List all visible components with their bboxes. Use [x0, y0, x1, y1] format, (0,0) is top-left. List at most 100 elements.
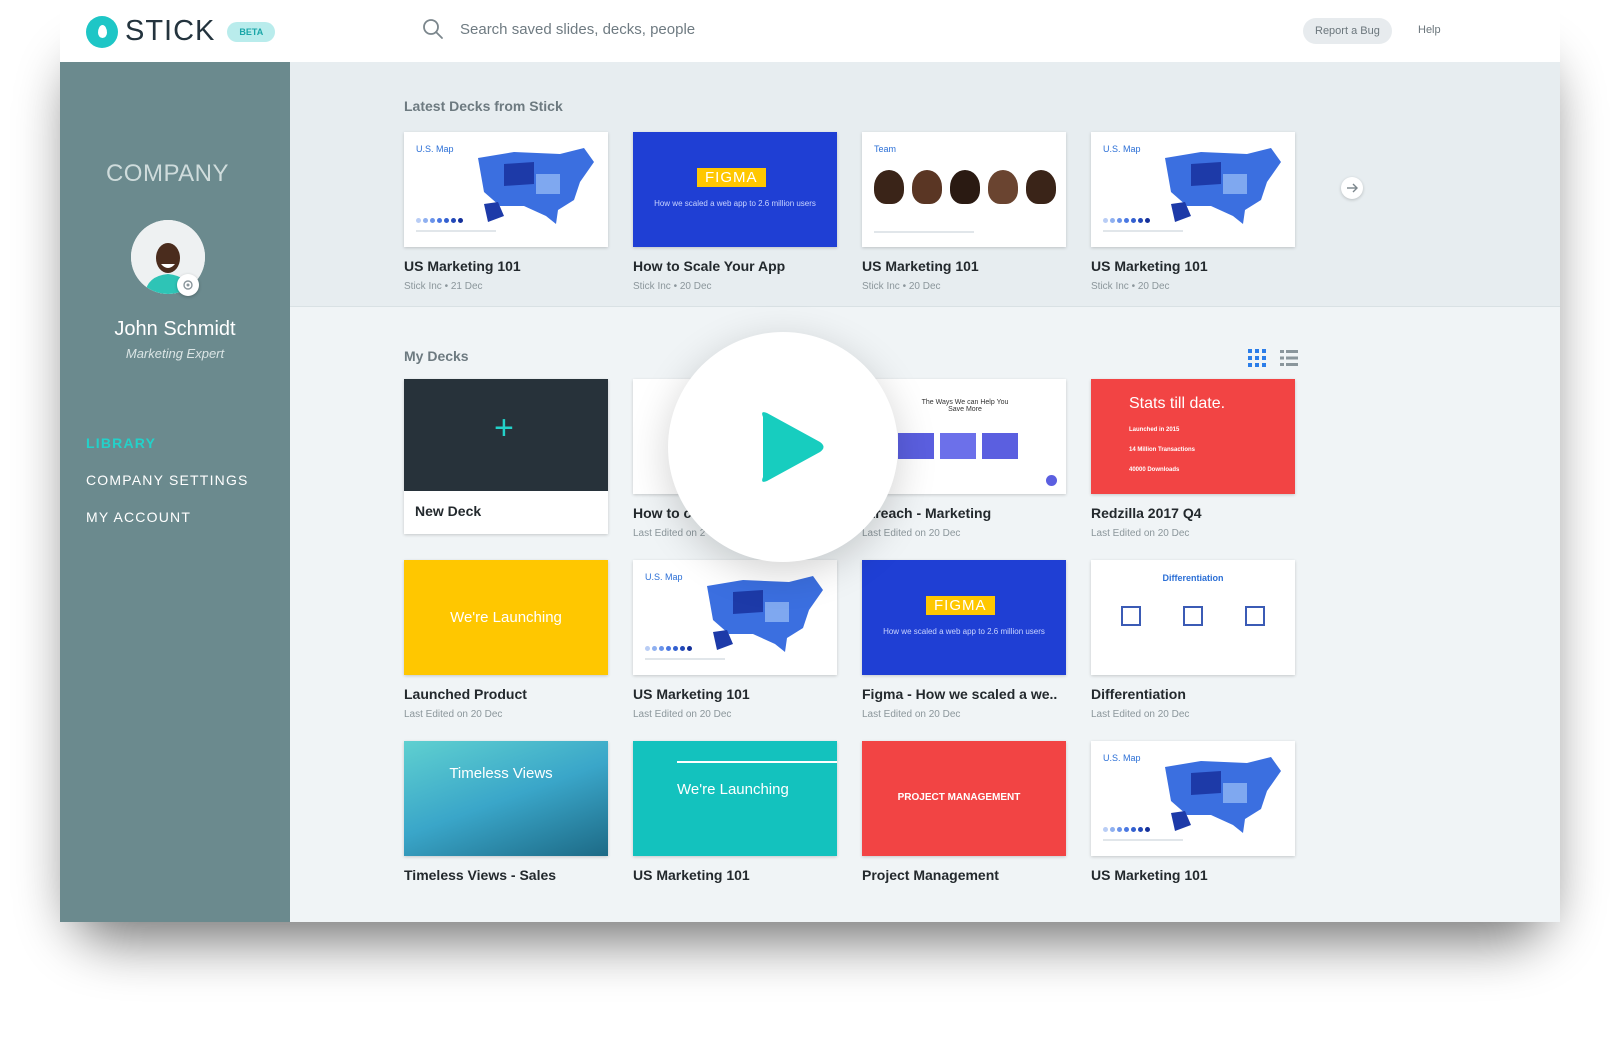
thumb-line: Launched in 2015 [1129, 427, 1180, 433]
deck-title: Timeless Views - Sales [404, 867, 557, 883]
sidebar-item-library[interactable]: LIBRARY [86, 435, 249, 451]
layers-icon [1245, 606, 1265, 626]
logo[interactable]: STICK BETA [86, 15, 276, 48]
deck-thumbnail: Team [862, 132, 1066, 247]
user-role: Marketing Expert [125, 346, 225, 361]
deck-thumbnail: U.S. Map [1091, 132, 1295, 247]
thumb-label: PROJECT MANAGEMENT [897, 792, 1021, 803]
thumb-label: U.S. Map [1103, 753, 1141, 763]
user-name: John Schmidt [114, 318, 236, 340]
deck-thumbnail: Stats till date. Launched in 2015 14 Mil… [1091, 379, 1295, 494]
deck-thumbnail: Differentiation [1091, 560, 1295, 675]
us-map-icon [1165, 757, 1281, 833]
deck-thumbnail: U.S. Map [1091, 741, 1295, 856]
beta-badge: BETA [227, 21, 276, 42]
thumb-caption: How we scaled a web app to 2.6 million u… [883, 627, 1045, 636]
thumb-label: Team [874, 144, 897, 154]
deck-meta: Last Edited on 20 Dec [1091, 709, 1190, 720]
list-view-icon[interactable] [1280, 349, 1298, 367]
grid-view-icon[interactable] [1248, 349, 1266, 367]
deck-title: US Marketing 101 [633, 867, 750, 883]
sidebar: COMPANY John Schmidt Marketing Expert LI… [60, 62, 290, 922]
thumb-line: 14 Million Transactions [1129, 447, 1196, 453]
latest-decks-title: Latest Decks from Stick [404, 98, 563, 114]
thumb-label: We're Launching [450, 609, 562, 626]
next-arrow-button[interactable] [1341, 177, 1363, 199]
us-map-icon [1165, 148, 1281, 224]
search-input[interactable] [460, 20, 880, 38]
deck-title: US Marketing 101 [1091, 258, 1208, 274]
company-name: COMPANY [105, 160, 230, 187]
us-map-icon [707, 576, 823, 652]
deck-thumbnail: U.S. Map [404, 132, 608, 247]
step-icon [940, 433, 976, 459]
thumb-label: U.S. Map [645, 572, 683, 582]
thumb-label: U.S. Map [1103, 144, 1141, 154]
deck-title: Project Management [862, 867, 999, 883]
us-map-icon [478, 148, 594, 224]
deck-title: Launched Product [404, 686, 527, 702]
team-member-photo [950, 170, 980, 204]
top-bar: STICK BETA Report a Bug Help [60, 0, 1560, 62]
latest-decks-section: Latest Decks from Stick U.S. Map US Mark… [290, 62, 1560, 306]
settings-gear-icon[interactable] [177, 274, 199, 296]
thumb-footer [416, 230, 496, 232]
drop-logo-icon [86, 15, 118, 48]
play-icon [762, 412, 824, 482]
deck-thumbnail: FIGMA How we scaled a web app to 2.6 mil… [862, 560, 1066, 675]
deck-title: Differentiation [1091, 686, 1186, 702]
color-dots [1103, 827, 1150, 832]
deck-thumbnail: Timeless Views [404, 741, 608, 856]
new-deck-label: New Deck [415, 503, 482, 519]
color-dots [645, 646, 692, 651]
thumb-label: FIGMA [926, 596, 995, 615]
deck-title: How to Scale Your App [633, 258, 786, 274]
deck-title: Figma - How we scaled a we.. [862, 686, 1058, 702]
sidebar-nav: LIBRARY COMPANY SETTINGS MY ACCOUNT [86, 435, 249, 546]
search-bar [422, 18, 880, 40]
diff-icons [1121, 606, 1265, 626]
color-dots [1103, 218, 1150, 223]
thumb-label: Stats till date. [1129, 395, 1226, 412]
badge-icon [1046, 475, 1057, 486]
play-video-button[interactable] [668, 332, 898, 562]
search-icon[interactable] [422, 18, 444, 40]
plus-icon: + [494, 409, 514, 447]
brand-name: STICK [125, 15, 216, 47]
thumb-footer [645, 658, 725, 660]
thumb-footer [1103, 839, 1183, 841]
thumb-line: 40000 Downloads [1129, 467, 1180, 473]
my-decks-section: My Decks + New Deck How to c Last Edited… [290, 306, 1560, 922]
sidebar-item-company-settings[interactable]: COMPANY SETTINGS [86, 472, 249, 488]
team-member-photo [1026, 170, 1056, 204]
deck-title: US Marketing 101 [1091, 867, 1208, 883]
sidebar-item-my-account[interactable]: MY ACCOUNT [86, 509, 249, 525]
deck-title: US Marketing 101 [404, 258, 521, 274]
arrow-right-icon [1347, 183, 1358, 193]
deck-meta: Stick Inc • 20 Dec [1091, 281, 1170, 292]
report-bug-button[interactable]: Report a Bug [1303, 18, 1392, 44]
deck-thumbnail: U.S. Map [633, 560, 837, 675]
steps-graphic [898, 433, 1018, 459]
deck-meta: Stick Inc • 20 Dec [862, 281, 941, 292]
deck-thumbnail: FIGMA How we scaled a web app to 2.6 mil… [633, 132, 837, 247]
thumb-label: Timeless Views [449, 765, 553, 782]
thumb-label: The Ways We can Help You Save More [921, 399, 1009, 413]
team-member-photo [912, 170, 942, 204]
thumb-rule [677, 761, 837, 763]
deck-meta: Last Edited on 20 Dec [862, 709, 961, 720]
team-photos [874, 170, 1056, 204]
deck-thumbnail: PROJECT MANAGEMENT [862, 741, 1066, 856]
deck-title: US Marketing 101 [633, 686, 750, 702]
step-icon [982, 433, 1018, 459]
step-icon [898, 433, 934, 459]
new-deck-thumbnail: + [404, 379, 608, 491]
thumb-label: We're Launching [677, 781, 789, 798]
calendar-icon [1183, 606, 1203, 626]
deck-title: US Marketing 101 [862, 258, 979, 274]
help-link[interactable]: Help [1418, 24, 1441, 36]
deck-title: Redzilla 2017 Q4 [1091, 505, 1202, 521]
thumb-footer [1103, 230, 1183, 232]
new-deck-card[interactable]: + New Deck [404, 379, 608, 534]
deck-meta: Last Edited on 20 Dec [1091, 528, 1190, 539]
